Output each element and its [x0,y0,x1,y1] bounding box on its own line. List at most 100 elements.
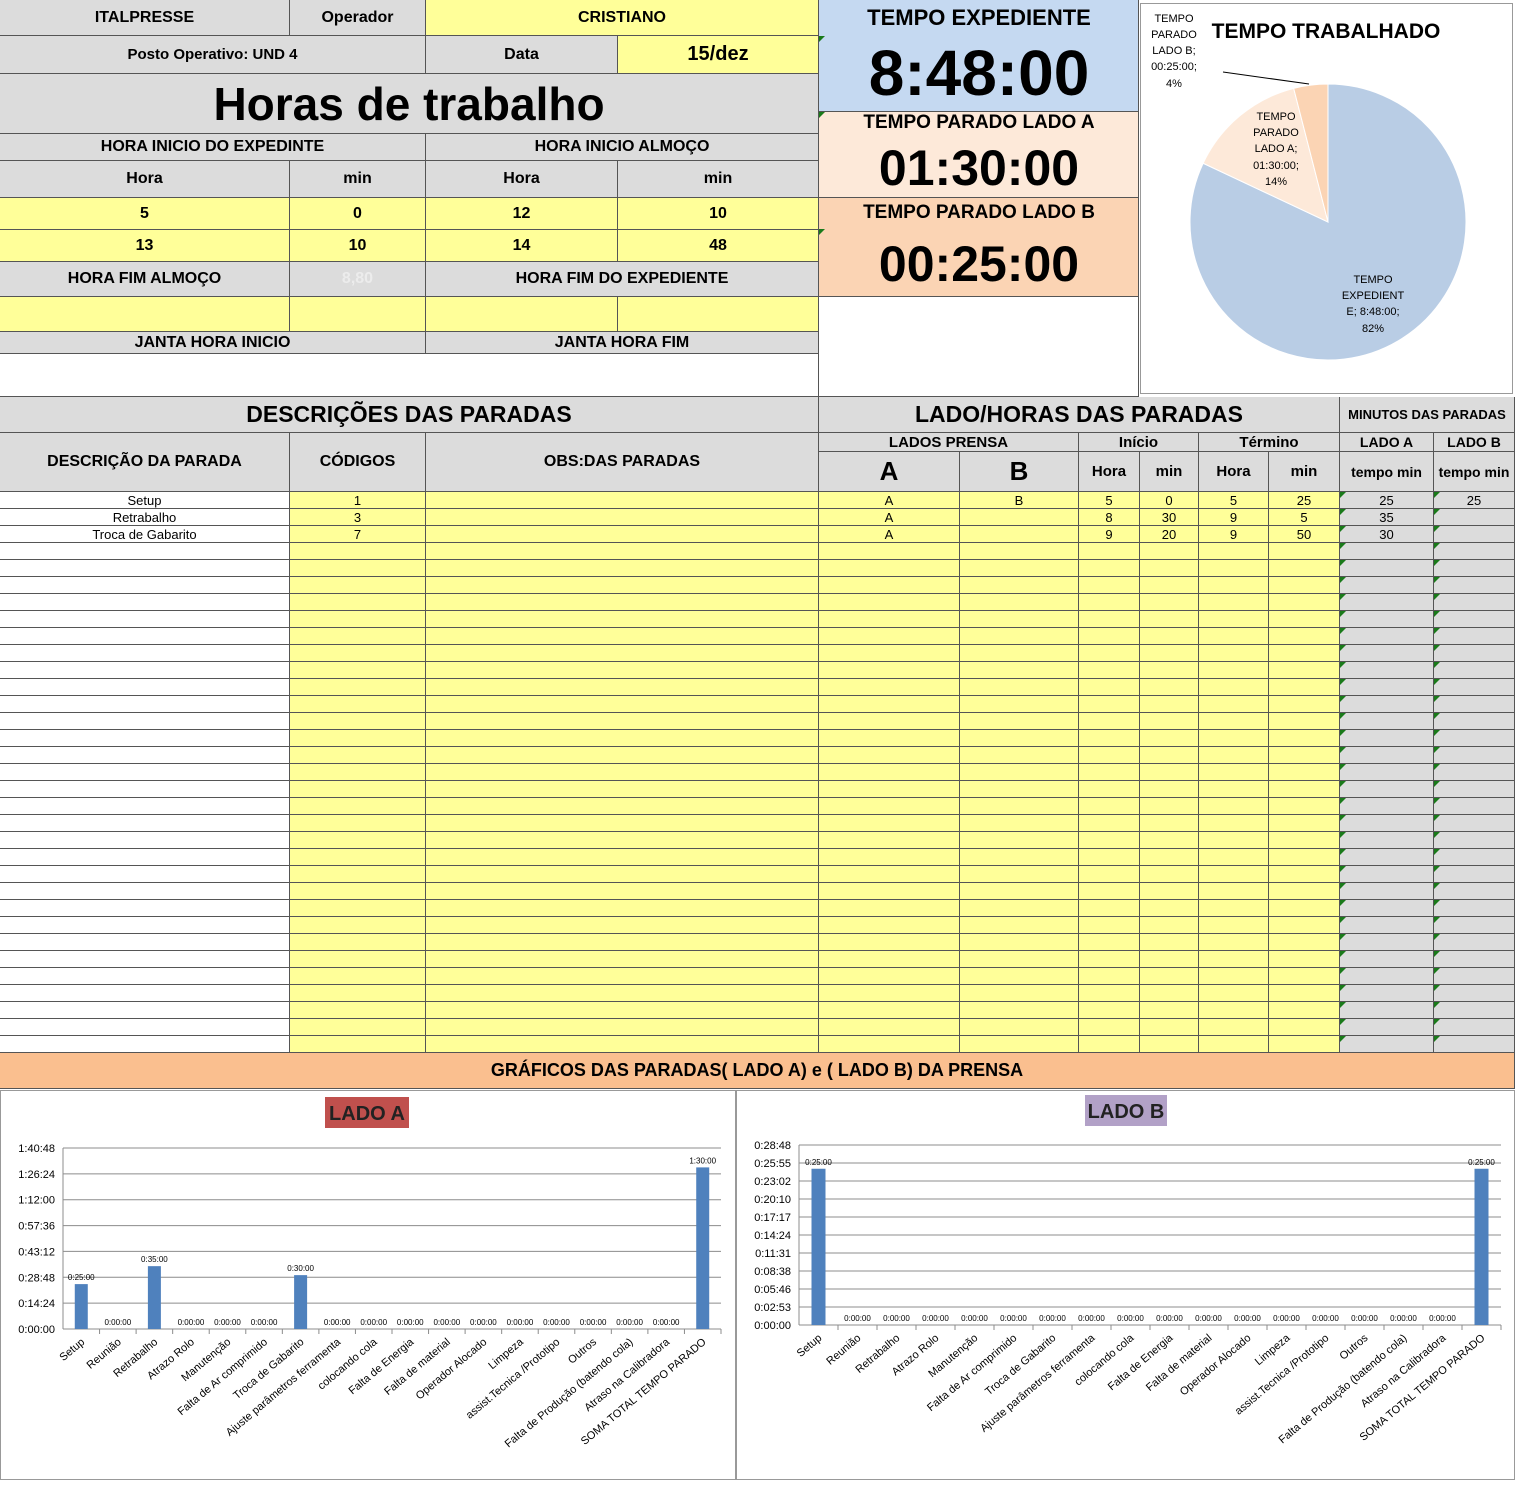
stop-start-min-cell[interactable] [1140,747,1199,764]
stop-obs-cell[interactable] [426,866,819,883]
stop-side-b-cell[interactable] [960,662,1079,679]
stop-side-a-cell[interactable] [819,696,960,713]
stop-obs-cell[interactable] [426,832,819,849]
stop-end-hour-cell[interactable] [1199,815,1269,832]
stop-code-cell[interactable] [290,713,426,730]
stop-end-min-cell[interactable] [1269,951,1340,968]
stop-end-min-cell[interactable] [1269,747,1340,764]
stop-start-hour-cell[interactable] [1079,968,1140,985]
stop-end-hour-cell[interactable] [1199,781,1269,798]
stop-side-b-cell[interactable] [960,781,1079,798]
stop-side-b-cell[interactable] [960,849,1079,866]
stop-start-hour-cell[interactable] [1079,849,1140,866]
stop-end-hour-cell[interactable] [1199,696,1269,713]
stop-obs-cell[interactable] [426,492,819,509]
stop-obs-cell[interactable] [426,747,819,764]
stop-start-hour-cell[interactable] [1079,611,1140,628]
stop-end-min-cell[interactable] [1269,594,1340,611]
stop-start-min-cell[interactable] [1140,560,1199,577]
stop-side-b-cell[interactable] [960,815,1079,832]
stop-side-a-cell[interactable] [819,1002,960,1019]
stop-code-cell[interactable] [290,883,426,900]
stop-side-b-cell[interactable] [960,594,1079,611]
stop-description-cell[interactable] [0,679,290,696]
stop-code-cell[interactable] [290,934,426,951]
stop-description-cell[interactable]: Troca de Gabarito [0,526,290,543]
dinner-end-min[interactable] [618,297,819,332]
stop-side-b-cell[interactable]: B [960,492,1079,509]
stop-side-a-cell[interactable] [819,934,960,951]
stop-side-b-cell[interactable] [960,645,1079,662]
stop-obs-cell[interactable] [426,985,819,1002]
stop-end-hour-cell[interactable] [1199,985,1269,1002]
stop-side-a-cell[interactable] [819,662,960,679]
stop-start-min-cell[interactable] [1140,1019,1199,1036]
stop-start-hour-cell[interactable] [1079,934,1140,951]
stop-end-hour-cell[interactable] [1199,577,1269,594]
stop-start-min-cell[interactable] [1140,832,1199,849]
stop-side-a-cell[interactable] [819,628,960,645]
stop-side-a-cell[interactable] [819,679,960,696]
stop-side-b-cell[interactable] [960,679,1079,696]
stop-obs-cell[interactable] [426,713,819,730]
stop-start-hour-cell[interactable] [1079,628,1140,645]
stop-end-min-cell[interactable] [1269,764,1340,781]
stop-end-min-cell[interactable] [1269,662,1340,679]
stop-side-a-cell[interactable] [819,815,960,832]
stop-side-b-cell[interactable] [960,611,1079,628]
stop-start-min-cell[interactable] [1140,849,1199,866]
stop-side-a-cell[interactable] [819,968,960,985]
stop-end-hour-cell[interactable] [1199,1019,1269,1036]
stop-side-b-cell[interactable] [960,696,1079,713]
stop-end-min-cell[interactable] [1269,798,1340,815]
stop-description-cell[interactable] [0,611,290,628]
stop-start-min-cell[interactable] [1140,577,1199,594]
stop-end-min-cell[interactable] [1269,849,1340,866]
stop-obs-cell[interactable] [426,696,819,713]
stop-code-cell[interactable] [290,696,426,713]
stop-start-min-cell[interactable] [1140,985,1199,1002]
stop-end-hour-cell[interactable] [1199,713,1269,730]
stop-description-cell[interactable] [0,951,290,968]
stop-side-b-cell[interactable] [960,747,1079,764]
stop-description-cell[interactable] [0,781,290,798]
stop-start-hour-cell[interactable] [1079,781,1140,798]
stop-start-hour-cell[interactable] [1079,696,1140,713]
stop-end-hour-cell[interactable]: 9 [1199,509,1269,526]
stop-end-hour-cell[interactable] [1199,747,1269,764]
stop-description-cell[interactable] [0,832,290,849]
stop-end-min-cell[interactable] [1269,1002,1340,1019]
stop-end-hour-cell[interactable] [1199,1036,1269,1053]
stop-description-cell[interactable] [0,1019,290,1036]
stop-start-min-cell[interactable] [1140,594,1199,611]
stop-end-hour-cell[interactable] [1199,611,1269,628]
stop-side-b-cell[interactable] [960,900,1079,917]
stop-start-hour-cell[interactable] [1079,900,1140,917]
stop-description-cell[interactable] [0,730,290,747]
stop-end-min-cell[interactable] [1269,815,1340,832]
stop-start-hour-cell[interactable] [1079,866,1140,883]
stop-side-b-cell[interactable] [960,866,1079,883]
stop-code-cell[interactable] [290,849,426,866]
stop-code-cell[interactable] [290,679,426,696]
stop-start-hour-cell[interactable] [1079,543,1140,560]
stop-start-hour-cell[interactable] [1079,832,1140,849]
stop-obs-cell[interactable] [426,577,819,594]
stop-code-cell[interactable] [290,594,426,611]
stop-start-min-cell[interactable]: 0 [1140,492,1199,509]
dinner-start-min[interactable] [290,297,426,332]
stop-start-min-cell[interactable] [1140,543,1199,560]
stop-description-cell[interactable] [0,696,290,713]
stop-side-b-cell[interactable] [960,985,1079,1002]
stop-start-hour-cell[interactable] [1079,594,1140,611]
stop-end-min-cell[interactable]: 25 [1269,492,1340,509]
dinner-start-hour[interactable] [0,297,290,332]
stop-side-b-cell[interactable] [960,509,1079,526]
stop-start-min-cell[interactable] [1140,679,1199,696]
stop-code-cell[interactable] [290,866,426,883]
stop-code-cell[interactable] [290,764,426,781]
stop-code-cell[interactable] [290,1036,426,1053]
stop-description-cell[interactable] [0,543,290,560]
stop-end-hour-cell[interactable] [1199,968,1269,985]
stop-description-cell[interactable] [0,713,290,730]
